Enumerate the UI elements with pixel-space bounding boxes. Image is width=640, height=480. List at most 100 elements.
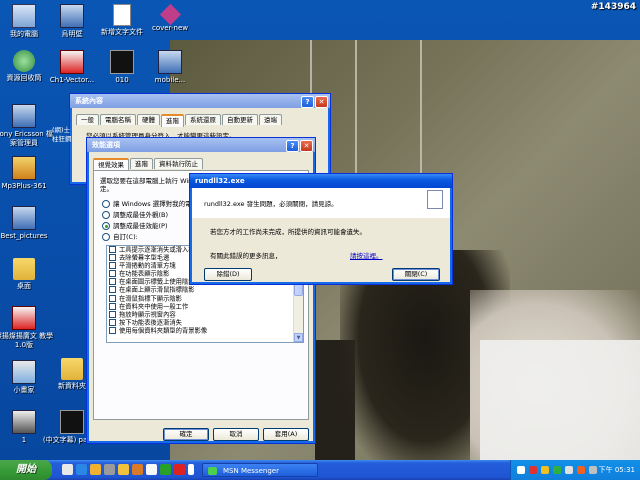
error-dialog-titlebar[interactable]: rundll32.exe xyxy=(190,174,452,188)
computer-icon xyxy=(12,4,36,28)
radio-custom[interactable]: 自訂(C): xyxy=(102,233,138,241)
tray-icon[interactable] xyxy=(565,466,573,474)
checkbox-icon xyxy=(109,278,116,286)
paint-icon xyxy=(12,360,36,384)
desktop-icon-mp3plus[interactable]: Mp3Plus-361 xyxy=(0,156,54,191)
desktop-icon-label: 新資料夾 xyxy=(58,382,86,390)
desktop-icon-label: mobile... xyxy=(154,76,186,84)
quick-launch-app-icon[interactable] xyxy=(118,464,129,475)
quick-launch-ie-icon[interactable] xyxy=(76,464,87,475)
quick-launch-app-icon[interactable] xyxy=(132,464,143,475)
tab-data-execution-prevention[interactable]: 資料執行防止 xyxy=(154,158,203,169)
speaker-icon[interactable] xyxy=(589,466,597,474)
list-item[interactable]: 在資料夾中使用一般工作 xyxy=(107,302,303,311)
app-icon xyxy=(12,410,36,434)
desktop-icon-label: 新增文字文件 xyxy=(101,28,143,36)
ok-button[interactable]: 確定 xyxy=(163,428,209,441)
error-warning: 若您方才的工作尚未完成，所提供的資訊可能會遺失。 xyxy=(210,228,366,236)
desktop-side-text: (網)士 xyxy=(52,126,71,134)
quick-launch-more-icon[interactable] xyxy=(188,464,194,475)
taskbar: 開始 MSN Messenger 下午 05:31 xyxy=(0,460,640,480)
error-more-info-link[interactable]: 請按這裡。 xyxy=(350,252,383,260)
desktop-icon-best-pictures[interactable]: Best_pictures xyxy=(0,206,54,241)
tray-icon[interactable] xyxy=(577,466,585,474)
performance-options-titlebar[interactable]: 效能選項 ? ✕ xyxy=(87,138,315,152)
desktop-icon-cover-new[interactable]: cover-new xyxy=(140,3,200,33)
radio-icon xyxy=(102,211,110,219)
folder-icon xyxy=(61,358,83,380)
recycle-bin-icon xyxy=(13,50,35,72)
list-item[interactable]: 在滑鼠指標下顯示陰影 xyxy=(107,294,303,303)
app-icon xyxy=(12,156,36,180)
desktop-icon-mobile[interactable]: mobile... xyxy=(140,50,200,85)
system-properties-titlebar[interactable]: 系統內容 ? ✕ xyxy=(70,94,330,108)
msn-icon xyxy=(208,467,217,475)
help-button[interactable]: ? xyxy=(286,140,299,152)
quick-launch-app-icon[interactable] xyxy=(160,464,171,475)
error-dialog[interactable]: rundll32.exe rundll32.exe 發生問題，必須關閉，請見諒。… xyxy=(189,173,453,285)
checkbox-icon xyxy=(109,294,116,302)
app-icon xyxy=(12,206,36,230)
app-icon xyxy=(60,4,84,28)
checkbox-icon xyxy=(109,254,116,262)
list-item[interactable]: 在桌面上顯示滑鼠指標陰影 xyxy=(107,286,303,294)
list-item[interactable]: 按下功能表後逐漸消失 xyxy=(107,318,303,327)
checkbox-icon xyxy=(109,246,116,253)
desktop-icon-sony-ericsson[interactable]: Sony Ericsson 檔案管理員 xyxy=(0,104,54,148)
list-item[interactable]: 拖放時顯示視窗內容 xyxy=(107,310,303,319)
tray-icon[interactable] xyxy=(541,466,549,474)
pdf-icon xyxy=(60,50,84,74)
close-dialog-button[interactable]: 關閉(C) xyxy=(392,268,440,281)
tab-system-restore[interactable]: 系統還原 xyxy=(185,114,221,125)
media-icon xyxy=(60,410,84,434)
cancel-button[interactable]: 取消 xyxy=(213,428,259,441)
quick-launch-app-icon[interactable] xyxy=(104,464,115,475)
radio-best-appearance[interactable]: 調整成最佳外觀(B) xyxy=(102,211,168,219)
quick-launch-app-icon[interactable] xyxy=(174,464,185,475)
tab-computer-name[interactable]: 電腦名稱 xyxy=(100,114,136,125)
tab-advanced[interactable]: 進階 xyxy=(161,114,184,127)
desktop-icon-label: 桌面 xyxy=(17,282,31,290)
quick-launch-desktop-icon[interactable] xyxy=(62,464,73,475)
checkbox-icon xyxy=(109,310,116,318)
desktop: #143964 我的電腦 資源回收筒 Sony Ericsson 檔案管理員 M… xyxy=(0,0,640,460)
desktop-icon-teaching-pdf[interactable]: 燦揚燦揚廣文 教學1.0版 xyxy=(0,306,54,350)
taskbar-item-msn-messenger[interactable]: MSN Messenger xyxy=(202,463,318,477)
apply-button[interactable]: 套用(A) xyxy=(263,428,309,441)
tab-general[interactable]: 一般 xyxy=(76,114,99,125)
radio-best-performance[interactable]: 調整成最佳效能(P) xyxy=(102,222,168,230)
tray-icon[interactable] xyxy=(529,466,537,474)
folder-icon xyxy=(13,258,35,280)
desktop-icon-label: Best_pictures xyxy=(0,232,48,240)
clock[interactable]: 下午 05:31 xyxy=(599,460,635,480)
desktop-icon-desktop-folder[interactable]: 桌面 xyxy=(0,258,54,291)
app-icon xyxy=(12,104,36,128)
desktop-icon-label: Ch1-Vector... xyxy=(49,76,95,84)
radio-icon xyxy=(102,233,110,241)
quick-launch-app-icon[interactable] xyxy=(146,464,157,475)
tray-arrow-icon[interactable] xyxy=(517,466,525,474)
close-button[interactable]: ✕ xyxy=(315,96,328,108)
tab-automatic-updates[interactable]: 自動更新 xyxy=(222,114,258,125)
tab-hardware[interactable]: 硬體 xyxy=(137,114,160,125)
desktop-side-text: 柱狂鋼 xyxy=(52,135,72,143)
quick-launch-folder-icon[interactable] xyxy=(90,464,101,475)
desktop-icon-label: 1 xyxy=(21,436,27,444)
checkbox-icon xyxy=(109,270,116,278)
window-title: 系統內容 xyxy=(75,97,103,105)
debug-button[interactable]: 除錯(D) xyxy=(204,268,252,281)
desktop-icon-label: Sony Ericsson 檔案管理員 xyxy=(0,130,53,147)
window-title: rundll32.exe xyxy=(195,177,245,185)
desktop-icon-label: 燦揚燦揚廣文 教學1.0版 xyxy=(0,332,54,349)
list-item[interactable]: 使用每個資料夾類型的背景影像 xyxy=(107,326,303,335)
desktop-icon-label: Mp3Plus-361 xyxy=(1,182,47,190)
app-icon xyxy=(110,50,134,74)
scroll-down-icon[interactable]: ▼ xyxy=(294,333,303,342)
tab-advanced[interactable]: 進階 xyxy=(130,158,153,169)
tray-icon[interactable] xyxy=(553,466,561,474)
tab-remote[interactable]: 遠端 xyxy=(259,114,282,125)
help-button[interactable]: ? xyxy=(301,96,314,108)
close-button[interactable]: ✕ xyxy=(300,140,313,152)
start-button[interactable]: 開始 xyxy=(0,460,52,480)
checkbox-icon xyxy=(109,302,116,310)
